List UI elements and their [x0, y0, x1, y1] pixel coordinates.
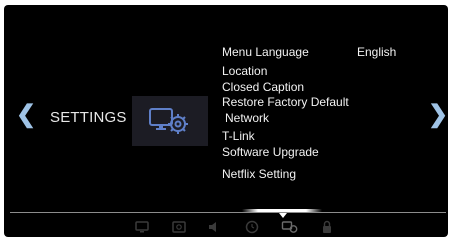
menu-item-software-upgrade[interactable]: Software Upgrade	[222, 145, 319, 159]
settings-gear-icon	[132, 96, 208, 146]
bottom-tab-bar	[126, 217, 346, 237]
picture-icon[interactable]	[134, 219, 150, 235]
menu-item-t-link[interactable]: T-Link	[222, 129, 255, 143]
bottom-divider	[10, 212, 446, 213]
active-tab-highlight	[242, 209, 322, 212]
tv-settings-screen: ❮ SETTINGS Menu Language English Locatio…	[4, 5, 448, 237]
menu-language-value: English	[357, 45, 397, 59]
settings-title: SETTINGS	[50, 109, 127, 126]
menu-item-closed-caption[interactable]: Closed Caption	[222, 80, 304, 94]
lock-icon[interactable]	[319, 219, 335, 235]
menu-item-menu-language[interactable]: Menu Language	[222, 45, 309, 59]
menu-item-restore-factory-default[interactable]: Restore Factory Default	[222, 95, 349, 109]
sound-icon[interactable]	[206, 219, 222, 235]
photo-icon[interactable]	[171, 219, 187, 235]
menu-item-netflix-setting[interactable]: Netflix Setting	[222, 167, 296, 181]
settings-icon[interactable]	[281, 219, 298, 235]
chevron-right-icon[interactable]: ❯	[428, 103, 448, 127]
clock-icon[interactable]	[244, 219, 260, 235]
menu-item-location[interactable]: Location	[222, 64, 267, 78]
chevron-left-icon[interactable]: ❮	[16, 103, 36, 127]
menu-item-network[interactable]: Network	[225, 111, 269, 125]
